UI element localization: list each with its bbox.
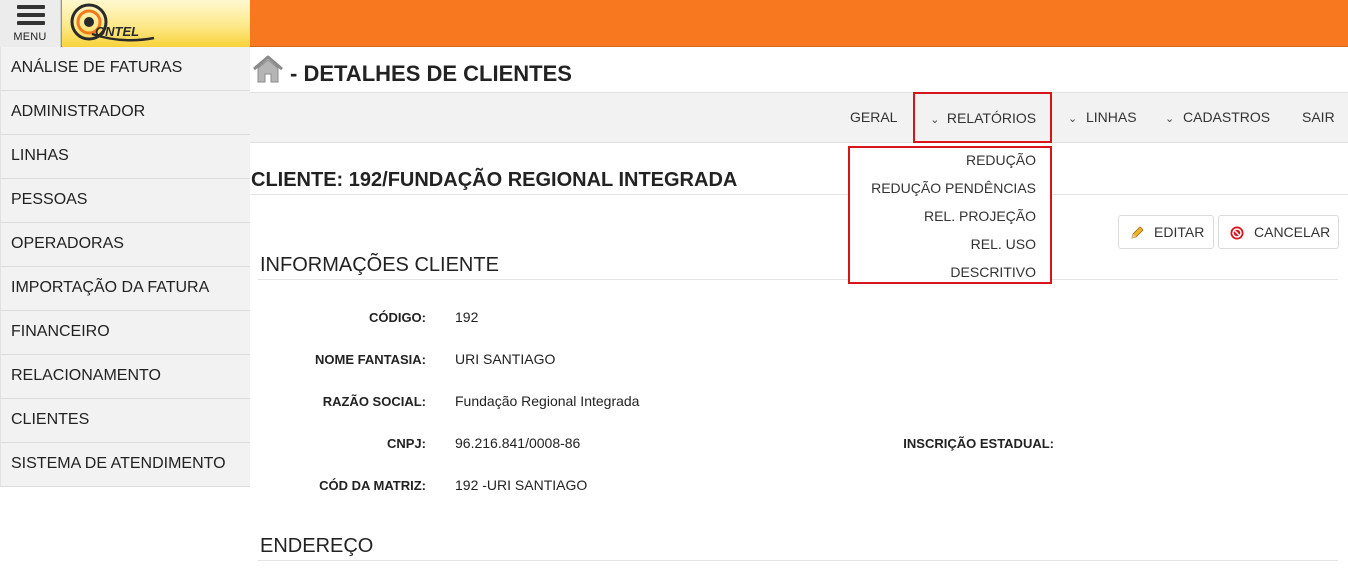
- sidebar-item-linhas[interactable]: LINHAS: [0, 135, 250, 179]
- edit-label: EDITAR: [1154, 224, 1205, 240]
- codigo-value: 192: [455, 309, 479, 325]
- cancel-icon: [1230, 226, 1244, 240]
- cnpj-label: CNPJ:: [386, 436, 426, 451]
- dropdown-item-reducao[interactable]: REDUÇÃO: [966, 152, 1036, 168]
- top-nav: GERAL ⌄ RELATÓRIOS ⌄ LINHAS ⌄ CADASTROS SAI…: [250, 92, 1348, 143]
- nav-cadastros[interactable]: ⌄ CADASTROS: [1165, 93, 1270, 142]
- cancel-button[interactable]: CANCELAR: [1218, 215, 1339, 249]
- sidebar-item-financeiro[interactable]: FINANCEIRO: [0, 311, 250, 355]
- sidebar-item-pessoas[interactable]: PESSOAS: [0, 179, 250, 223]
- cod-matriz-label: CÓD DA MATRIZ:: [319, 478, 426, 493]
- menu-button[interactable]: MENU: [0, 0, 61, 47]
- client-title: CLIENTE: 192/FUNDAÇÃO REGIONAL INTEGRADA: [251, 169, 738, 191]
- chevron-down-icon: ⌄: [1068, 113, 1078, 125]
- cnpj-value: 96.216.841/0008-86: [455, 435, 581, 451]
- dropdown-item-rel-projecao[interactable]: REL. PROJEÇÃO: [924, 208, 1036, 224]
- razao-social-value: Fundação Regional Integrada: [455, 393, 640, 409]
- chevron-down-icon: ⌄: [930, 114, 940, 126]
- section-title-endereco: ENDEREÇO: [260, 535, 374, 557]
- chevron-down-icon: ⌄: [1165, 113, 1175, 125]
- sidebar-item-analise-de-faturas[interactable]: ANÁLISE DE FATURAS: [0, 47, 250, 91]
- divider: [258, 560, 1338, 561]
- inscricao-estadual-label: INSCRIÇÃO ESTADUAL:: [903, 436, 1054, 451]
- sidebar-item-operadoras[interactable]: OPERADORAS: [0, 223, 250, 267]
- nav-geral[interactable]: GERAL: [850, 93, 897, 142]
- codigo-label: CÓDIGO:: [368, 310, 426, 325]
- cancel-label: CANCELAR: [1254, 224, 1331, 240]
- relatorios-dropdown: REDUÇÃO REDUÇÃO PENDÊNCIAS REL. PROJEÇÃO…: [848, 146, 1052, 284]
- home-icon[interactable]: [252, 54, 284, 84]
- dropdown-item-descritivo[interactable]: DESCRITIVO: [950, 264, 1036, 280]
- nav-relatorios[interactable]: ⌄ RELATÓRIOS: [913, 92, 1052, 143]
- razao-social-label: RAZÃO SOCIAL:: [322, 394, 426, 409]
- dropdown-item-rel-uso[interactable]: REL. USO: [971, 236, 1036, 252]
- nav-linhas[interactable]: ⌄ LINHAS: [1068, 93, 1137, 142]
- pencil-icon: [1131, 226, 1144, 239]
- cod-matriz-value: 192 -URI SANTIAGO: [455, 477, 588, 493]
- sidebar-item-importacao-da-fatura[interactable]: IMPORTAÇÃO DA FATURA: [0, 267, 250, 311]
- sidebar-item-relacionamento[interactable]: RELACIONAMENTO: [0, 355, 250, 399]
- divider: [250, 194, 1348, 195]
- nome-fantasia-label: NOME FANTASIA:: [315, 352, 426, 367]
- divider: [258, 279, 1338, 280]
- sidebar-item-administrador[interactable]: ADMINISTRADOR: [0, 91, 250, 135]
- contel-logo-mark: ONTEL: [70, 3, 155, 42]
- dropdown-item-reducao-pendencias[interactable]: REDUÇÃO PENDÊNCIAS: [871, 180, 1036, 196]
- page-title: - DETALHES DE CLIENTES: [290, 61, 572, 86]
- nav-cadastros-label: CADASTROS: [1183, 109, 1271, 125]
- edit-button[interactable]: EDITAR: [1118, 215, 1214, 249]
- menu-label: MENU: [13, 31, 47, 43]
- nav-linhas-label: LINHAS: [1086, 109, 1137, 125]
- hamburger-icon: [17, 5, 45, 29]
- brand-text: ONTEL: [95, 24, 139, 39]
- nav-relatorios-label: RELATÓRIOS: [946, 110, 1037, 126]
- sidebar-item-clientes[interactable]: CLIENTES: [0, 399, 250, 443]
- nome-fantasia-value: URI SANTIAGO: [455, 351, 556, 367]
- sidebar-item-sistema-de-atendimento[interactable]: SISTEMA DE ATENDIMENTO: [0, 443, 250, 487]
- nav-sair[interactable]: SAIR: [1302, 93, 1335, 142]
- section-title-info: INFORMAÇÕES CLIENTE: [260, 254, 499, 276]
- contel-logo[interactable]: ONTEL: [62, 0, 250, 47]
- sidebar: ANÁLISE DE FATURAS ADMINISTRADOR LINHAS …: [0, 47, 250, 487]
- top-bar: MENU ONTEL: [0, 0, 1348, 47]
